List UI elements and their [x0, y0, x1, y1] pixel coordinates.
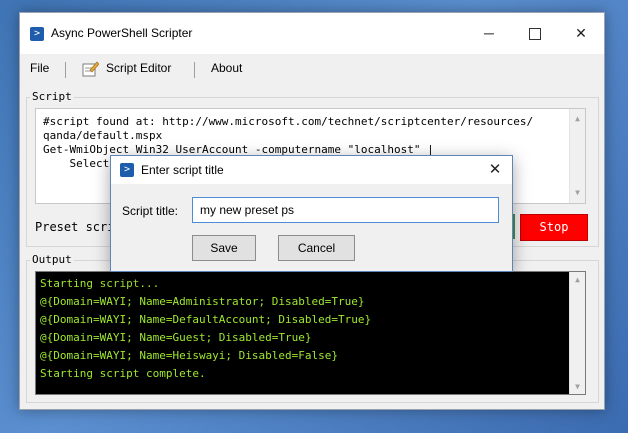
- menu-script-editor[interactable]: Script Editor: [106, 61, 171, 75]
- title-bar[interactable]: > Async PowerShell Scripter ─ ✕: [20, 13, 604, 54]
- menu-separator: [65, 62, 66, 78]
- script-line: #script found at: http://www.microsoft.c…: [43, 115, 534, 128]
- powershell-icon: >: [120, 163, 134, 177]
- script-title-dialog: > Enter script title ✕ Script title: my …: [110, 155, 513, 272]
- minimize-button[interactable]: ─: [466, 13, 512, 54]
- output-group-label: Output: [30, 253, 74, 266]
- preset-script-label: Preset scri: [35, 220, 115, 234]
- menu-separator: [194, 62, 195, 78]
- scroll-down-icon[interactable]: ▼: [570, 382, 585, 391]
- dialog-title: Enter script title: [141, 163, 224, 177]
- output-line: @{Domain=WAYI; Name=DefaultAccount; Disa…: [40, 313, 372, 326]
- dialog-close-button[interactable]: ✕: [483, 158, 507, 182]
- cancel-button[interactable]: Cancel: [278, 235, 355, 261]
- scroll-down-icon[interactable]: ▼: [570, 186, 585, 200]
- output-line: @{Domain=WAYI; Name=Administrator; Disab…: [40, 295, 365, 308]
- output-scrollbar[interactable]: ▲ ▼: [569, 272, 585, 394]
- menu-bar: File Script Editor About: [20, 54, 604, 84]
- output-line: Starting script...: [40, 277, 160, 290]
- menu-file[interactable]: File: [30, 61, 49, 75]
- powershell-icon: >: [30, 27, 44, 41]
- script-scrollbar[interactable]: ▲ ▼: [569, 109, 585, 203]
- script-editor-icon: [82, 61, 99, 77]
- script-line: qanda/default.mspx: [43, 129, 163, 142]
- script-group-label: Script: [30, 90, 74, 103]
- maximize-icon: [529, 28, 541, 41]
- save-button[interactable]: Save: [192, 235, 256, 261]
- script-line: Select: [43, 157, 110, 170]
- scroll-up-icon[interactable]: ▲: [570, 112, 585, 126]
- script-title-label: Script title:: [122, 204, 179, 218]
- maximize-button[interactable]: [512, 13, 558, 54]
- output-line: @{Domain=WAYI; Name=Guest; Disabled=True…: [40, 331, 312, 344]
- output-line: Starting script complete.: [40, 367, 206, 380]
- output-line: @{Domain=WAYI; Name=Heiswayi; Disabled=F…: [40, 349, 339, 362]
- close-button[interactable]: ✕: [558, 13, 604, 54]
- script-title-input[interactable]: my new preset ps: [192, 197, 499, 223]
- dialog-title-bar[interactable]: > Enter script title ✕: [111, 156, 512, 184]
- stop-button[interactable]: Stop: [520, 214, 588, 241]
- scroll-up-icon[interactable]: ▲: [570, 275, 585, 284]
- menu-about[interactable]: About: [211, 61, 242, 75]
- window-title: Async PowerShell Scripter: [51, 26, 193, 40]
- output-console[interactable]: Starting script... @{Domain=WAYI; Name=A…: [35, 271, 586, 395]
